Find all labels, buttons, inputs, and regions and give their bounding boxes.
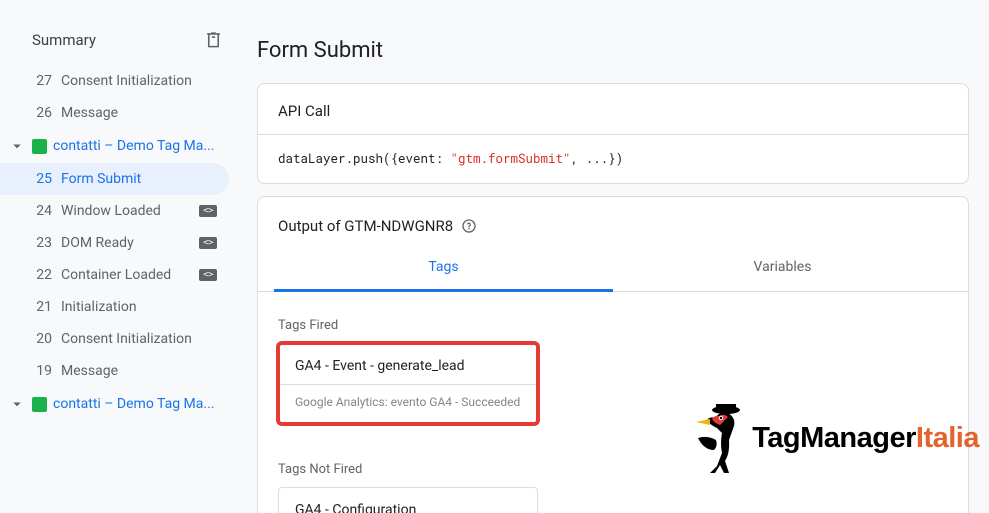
api-call-header: API Call bbox=[258, 84, 968, 135]
event-item[interactable]: 23 DOM Ready <> bbox=[0, 227, 229, 259]
page-indicator-icon bbox=[32, 397, 47, 412]
page-group[interactable]: contatti – Demo Tag Ma... bbox=[0, 129, 239, 163]
help-icon[interactable] bbox=[461, 218, 477, 234]
page-title: Form Submit bbox=[257, 38, 989, 63]
event-item[interactable]: 22 Container Loaded <> bbox=[0, 259, 229, 291]
tags-not-fired-label: Tags Not Fired bbox=[258, 436, 968, 487]
event-item[interactable]: 26 Message bbox=[0, 97, 229, 129]
event-item[interactable]: 20 Consent Initialization bbox=[0, 323, 229, 355]
code-prefix: dataLayer.push({event: bbox=[278, 151, 451, 167]
tab-variables[interactable]: Variables bbox=[613, 245, 952, 291]
event-list: 27 Consent Initialization 26 Message con… bbox=[0, 65, 239, 421]
event-item[interactable]: 19 Message bbox=[0, 355, 229, 387]
tag-name: GA4 - Event - generate_lead bbox=[279, 344, 537, 384]
page-label: contatti – Demo Tag Ma... bbox=[53, 396, 214, 412]
code-badge-icon: <> bbox=[199, 205, 217, 217]
api-call-code: dataLayer.push({event: "gtm.formSubmit",… bbox=[258, 135, 968, 183]
page-group[interactable]: contatti – Demo Tag Ma... bbox=[0, 387, 239, 421]
event-label: DOM Ready bbox=[61, 235, 190, 251]
fired-tag-card[interactable]: GA4 - Event - generate_lead Google Analy… bbox=[278, 343, 538, 424]
event-number: 26 bbox=[34, 105, 52, 121]
event-label: Message bbox=[61, 363, 217, 379]
code-string: "gtm.formSubmit" bbox=[451, 151, 571, 167]
event-number: 21 bbox=[34, 299, 52, 315]
clear-icon[interactable] bbox=[204, 30, 223, 49]
event-number: 23 bbox=[34, 235, 52, 251]
summary-title: Summary bbox=[32, 31, 96, 49]
arrow-down-icon bbox=[8, 395, 26, 413]
event-label: Consent Initialization bbox=[61, 73, 217, 89]
sidebar: Summary 27 Consent Initialization 26 Mes… bbox=[0, 0, 239, 513]
code-suffix: , ...}) bbox=[571, 151, 624, 167]
main-panel: Form Submit API Call dataLayer.push({eve… bbox=[239, 0, 989, 513]
event-item[interactable]: 21 Initialization bbox=[0, 291, 229, 323]
code-badge-icon: <> bbox=[199, 269, 217, 281]
output-tabs: Tags Variables bbox=[258, 245, 968, 292]
event-number: 27 bbox=[34, 73, 52, 89]
tag-status: Google Analytics: evento GA4 - Succeeded bbox=[279, 384, 537, 423]
code-badge-icon: <> bbox=[199, 237, 217, 249]
tag-name: GA4 - Configuration bbox=[279, 488, 537, 513]
event-number: 19 bbox=[34, 363, 52, 379]
api-call-card: API Call dataLayer.push({event: "gtm.for… bbox=[257, 83, 969, 184]
tab-tags[interactable]: Tags bbox=[274, 245, 613, 292]
output-header: Output of GTM-NDWGNR8 bbox=[258, 197, 968, 245]
event-number: 20 bbox=[34, 331, 52, 347]
event-label: Form Submit bbox=[61, 171, 217, 187]
event-label: Container Loaded bbox=[61, 267, 190, 283]
output-card: Output of GTM-NDWGNR8 Tags Variables Tag… bbox=[257, 196, 969, 513]
event-label: Initialization bbox=[61, 299, 217, 315]
sidebar-header: Summary bbox=[0, 30, 239, 65]
event-item[interactable]: 27 Consent Initialization bbox=[0, 65, 229, 97]
event-label: Message bbox=[61, 105, 217, 121]
event-label: Consent Initialization bbox=[61, 331, 217, 347]
event-item-active[interactable]: 25 Form Submit bbox=[0, 163, 229, 195]
event-number: 25 bbox=[34, 171, 52, 187]
not-fired-tag-card[interactable]: GA4 - Configuration bbox=[278, 487, 538, 513]
tags-fired-label: Tags Fired bbox=[258, 292, 968, 343]
event-number: 24 bbox=[34, 203, 52, 219]
page-label: contatti – Demo Tag Ma... bbox=[53, 138, 214, 154]
event-item[interactable]: 24 Window Loaded <> bbox=[0, 195, 229, 227]
output-title: Output of GTM-NDWGNR8 bbox=[278, 217, 453, 235]
page-indicator-icon bbox=[32, 139, 47, 154]
arrow-down-icon bbox=[8, 137, 26, 155]
event-label: Window Loaded bbox=[61, 203, 190, 219]
event-number: 22 bbox=[34, 267, 52, 283]
